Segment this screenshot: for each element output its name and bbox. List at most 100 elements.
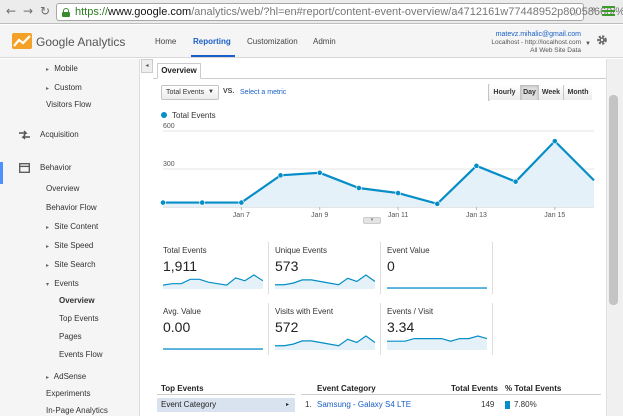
series-area bbox=[163, 141, 594, 207]
data-point bbox=[277, 172, 284, 179]
account-property: Localhost - http://localhost.com bbox=[491, 39, 581, 46]
x-tick-label: Jan 7 bbox=[233, 212, 250, 219]
sidebar-item-site-content[interactable]: ▸ Site Content bbox=[0, 219, 140, 235]
star-icon[interactable]: ☆ bbox=[568, 5, 579, 19]
data-point bbox=[512, 178, 519, 185]
column-header-event-category[interactable]: Event Category bbox=[317, 384, 376, 393]
scorecard-event-value[interactable]: Event Value 0 bbox=[385, 242, 493, 294]
period-month-button[interactable]: Month bbox=[564, 85, 592, 100]
top-events-dimension-event-category[interactable]: Event Category ▸ bbox=[157, 398, 295, 412]
scorecard-label: Visits with Event bbox=[275, 307, 334, 316]
scorecard-events-per-visit[interactable]: Events / Visit 3.34 bbox=[385, 303, 493, 355]
legend-swatch bbox=[161, 112, 167, 118]
account-view: All Web Site Data bbox=[530, 47, 581, 54]
address-bar[interactable]: https://www.google.com/analytics/web/?hl… bbox=[56, 3, 623, 21]
url-text[interactable]: https://www.google.com/analytics/web/?hl… bbox=[75, 6, 623, 19]
analytics-logo-icon bbox=[12, 33, 32, 49]
google-analytics-logo[interactable]: Google Analytics bbox=[12, 32, 152, 52]
sidebar-item-top-events[interactable]: Top Events bbox=[0, 311, 140, 327]
column-header-total-events[interactable]: Total Events bbox=[451, 384, 498, 393]
sparkline bbox=[387, 287, 487, 289]
vs-label: VS. bbox=[223, 88, 235, 95]
sparkline bbox=[163, 348, 263, 350]
account-email: matevz.mihalic@gmail.com bbox=[495, 31, 581, 38]
x-tick-label: Jan 15 bbox=[544, 212, 565, 219]
y-tick-label: 600 bbox=[163, 123, 175, 130]
sidebar-collapse-button[interactable]: ◂ bbox=[141, 59, 153, 73]
sidebar-item-events[interactable]: ▾ Events bbox=[0, 276, 140, 292]
sidebar-item-visitors-flow[interactable]: Visitors Flow bbox=[0, 97, 140, 113]
percentage-bar bbox=[505, 401, 510, 409]
select-metric-link[interactable]: Select a metric bbox=[240, 89, 286, 96]
gear-icon[interactable] bbox=[596, 34, 608, 46]
reload-icon[interactable]: ↻ bbox=[38, 4, 52, 18]
extensions-overflow-button[interactable]: » bbox=[590, 4, 596, 15]
sidebar-item-behavior-flow[interactable]: Behavior Flow bbox=[0, 200, 140, 216]
chevron-right-icon: ▸ bbox=[285, 402, 289, 408]
product-name: Google Analytics bbox=[36, 35, 126, 49]
sidebar-item-in-page-analytics[interactable]: In-Page Analytics bbox=[0, 403, 140, 416]
sidebar-item-adsense[interactable]: ▸ AdSense bbox=[0, 369, 140, 385]
sidebar-item-site-speed[interactable]: ▸ Site Speed bbox=[0, 238, 140, 254]
sidebar-section-acquisition[interactable]: Acquisition bbox=[0, 127, 140, 143]
scorecard-label: Unique Events bbox=[275, 246, 328, 255]
scorecard-visits-with-event[interactable]: Visits with Event 572 bbox=[273, 303, 381, 355]
sidebar-item-site-search[interactable]: ▸ Site Search bbox=[0, 257, 140, 273]
scorecard-total-events[interactable]: Total Events 1,911 bbox=[161, 242, 269, 294]
table-row-total: 149 bbox=[481, 400, 495, 409]
scorecard-label: Event Value bbox=[387, 246, 430, 255]
nav-home[interactable]: Home bbox=[155, 37, 176, 46]
lock-icon bbox=[62, 8, 70, 17]
table-row-category-link[interactable]: Samsung - Galaxy S4 LTE bbox=[317, 400, 411, 409]
data-point bbox=[199, 199, 206, 206]
top-events-divider bbox=[157, 394, 295, 395]
table-row-index: 1. bbox=[305, 400, 312, 409]
sidebar-item-overview[interactable]: Overview bbox=[0, 181, 140, 197]
nav-reporting[interactable]: Reporting bbox=[193, 37, 231, 46]
scorecard-avg-value[interactable]: Avg. Value 0.00 bbox=[161, 303, 269, 355]
nav-admin[interactable]: Admin bbox=[313, 37, 336, 46]
scorecard-label: Events / Visit bbox=[387, 307, 434, 316]
period-hourly-button[interactable]: Hourly bbox=[489, 85, 521, 100]
period-week-button[interactable]: Week bbox=[539, 85, 564, 100]
data-point bbox=[551, 138, 558, 145]
total-events-chart[interactable]: 600 300 Jan 7 Jan 9 Jan 11 Jan 13 Jan 15 bbox=[153, 119, 606, 227]
chart-resize-handle[interactable]: ▾ bbox=[363, 217, 381, 224]
sidebar-item-experiments[interactable]: Experiments bbox=[0, 386, 140, 402]
sidebar-item-mobile[interactable]: ▸ Mobile bbox=[0, 61, 140, 77]
ga-header: Google Analytics Home Reporting Customiz… bbox=[0, 25, 623, 58]
sparkline bbox=[163, 274, 263, 289]
period-selector: Hourly Day Week Month bbox=[488, 84, 592, 101]
data-point bbox=[434, 200, 441, 207]
data-point bbox=[356, 185, 362, 191]
scorecard-label: Avg. Value bbox=[163, 307, 201, 316]
sidebar-item-pages[interactable]: Pages bbox=[0, 329, 140, 345]
data-point bbox=[395, 190, 401, 196]
period-day-button[interactable]: Day bbox=[521, 85, 539, 100]
acquisition-icon bbox=[19, 130, 30, 140]
scorecard-label: Total Events bbox=[163, 246, 207, 255]
report-main: Overview Total Events ▼ VS. Select a met… bbox=[153, 59, 606, 416]
scorecard-unique-events[interactable]: Unique Events 573 bbox=[273, 242, 381, 294]
account-selector[interactable]: matevz.mihalic@gmail.com Localhost - htt… bbox=[491, 31, 591, 55]
forward-arrow-icon[interactable]: → bbox=[21, 4, 35, 18]
sidebar-item-events-flow[interactable]: Events Flow bbox=[0, 347, 140, 363]
metric-dropdown[interactable]: Total Events ▼ bbox=[161, 85, 219, 100]
chevron-down-icon: ▼ bbox=[585, 41, 591, 47]
menu-icon[interactable] bbox=[602, 6, 615, 17]
sparkline bbox=[387, 335, 487, 350]
scrollbar-thumb[interactable] bbox=[609, 95, 618, 305]
column-header-pct-total-events[interactable]: % Total Events bbox=[505, 384, 561, 393]
data-point bbox=[473, 162, 480, 169]
back-arrow-icon[interactable]: ← bbox=[4, 4, 18, 18]
sidebar-item-custom[interactable]: ▸ Custom bbox=[0, 80, 140, 96]
tab-overview[interactable]: Overview bbox=[157, 63, 201, 79]
browser-toolbar: ← → ↻ https://www.google.com/analytics/w… bbox=[0, 0, 623, 24]
chevron-down-icon: ▼ bbox=[208, 89, 214, 95]
sidebar-section-behavior[interactable]: Behavior bbox=[0, 160, 140, 176]
nav-customization[interactable]: Customization bbox=[247, 37, 298, 46]
sidebar-item-events-overview[interactable]: Overview bbox=[0, 293, 140, 309]
data-point bbox=[238, 199, 245, 206]
sidebar: ▸ Mobile ▸ Custom Visitors Flow Acquisit… bbox=[0, 59, 140, 416]
sparkline bbox=[275, 335, 375, 350]
